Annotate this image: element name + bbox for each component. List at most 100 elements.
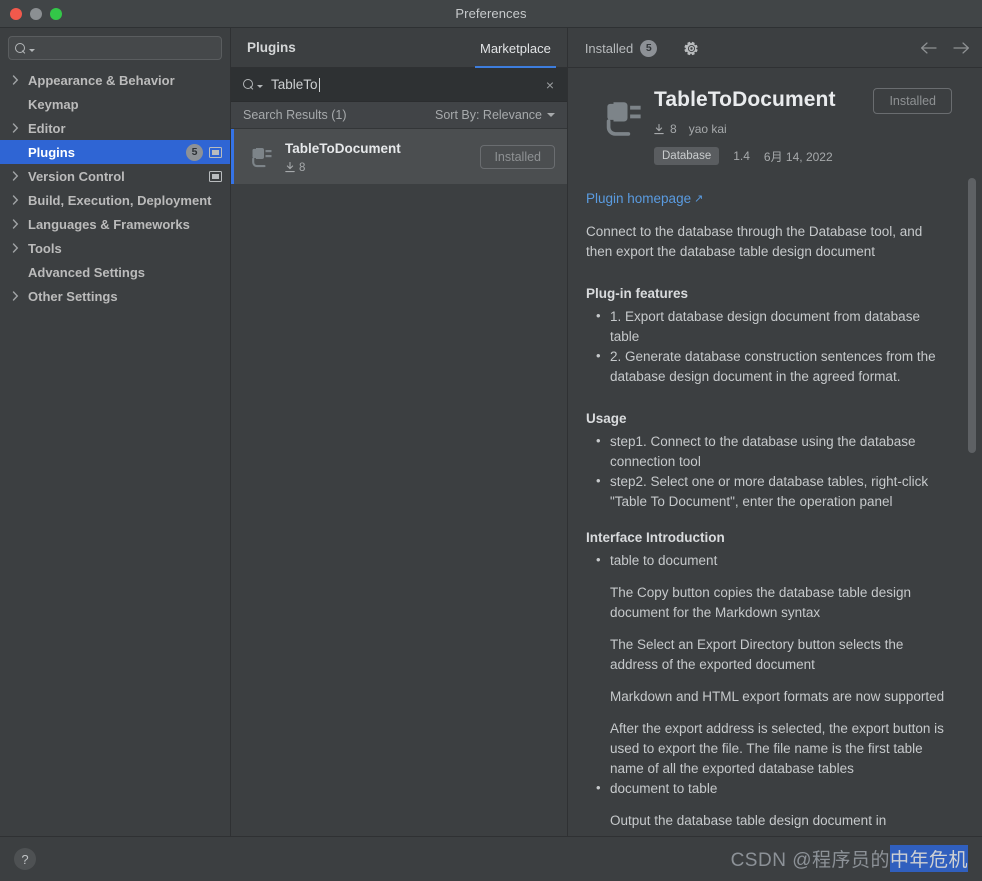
window-title: Preferences	[455, 6, 527, 21]
plugin-installed-button[interactable]: Installed	[480, 144, 555, 169]
list-item[interactable]: TableToDocument 8 Installed	[231, 129, 567, 184]
plugin-homepage-link[interactable]: Plugin homepage ↗	[584, 191, 703, 206]
tab-label: Installed	[584, 40, 634, 56]
sidebar-item-label: Editor	[28, 120, 66, 136]
plugin-category-tag[interactable]: Database	[654, 147, 720, 165]
sidebar-search-input[interactable]	[8, 36, 222, 60]
chevron-right-icon	[12, 195, 24, 205]
selection-indicator	[231, 129, 234, 184]
section-list-features: 1. Export database design document from …	[586, 306, 952, 387]
chevron-down-icon	[547, 113, 555, 117]
sidebar-item-label: Plugins	[28, 144, 75, 160]
detach-window-icon[interactable]	[209, 170, 222, 182]
search-results-count: Search Results (1)	[243, 108, 347, 122]
plugin-detail-scroll[interactable]: TableToDocument Installed 8 yao kai Data…	[568, 68, 982, 836]
sort-by-label: Sort By: Relevance	[435, 108, 542, 122]
plug-icon	[606, 102, 641, 136]
chevron-right-icon	[12, 75, 24, 85]
sidebar-item-build-execution-deployment[interactable]: Build, Execution, Deployment	[0, 188, 230, 212]
download-icon	[654, 123, 664, 134]
list-item-detail: The Select an Export Directory button se…	[610, 637, 904, 672]
sidebar-item-label: Advanced Settings	[28, 264, 146, 280]
list-item-title: document to table	[610, 781, 718, 796]
chevron-right-icon	[12, 219, 24, 229]
sidebar-item-keymap[interactable]: Keymap	[0, 92, 230, 116]
list-item-detail: The Copy button copies the database tabl…	[610, 585, 911, 620]
arrow-right-icon[interactable]	[953, 41, 970, 54]
detail-installed-button[interactable]: Installed	[873, 88, 952, 114]
sidebar-item-label: Build, Execution, Deployment	[28, 192, 212, 208]
help-button[interactable]: ?	[14, 848, 36, 870]
chevron-down-icon	[257, 85, 263, 88]
arrow-left-icon[interactable]	[920, 41, 937, 54]
search-results-bar: Search Results (1) Sort By: Relevance	[231, 102, 567, 129]
search-icon	[243, 79, 254, 90]
plugin-icon-container	[584, 86, 650, 146]
sidebar-item-adornments	[209, 170, 222, 182]
clear-search-icon[interactable]: ×	[543, 76, 557, 94]
tab-label: Marketplace	[480, 40, 551, 56]
list-item-title: table to document	[610, 553, 718, 568]
list-item: step1. Connect to the database using the…	[586, 431, 952, 472]
plugin-release-date: 6月 14, 2022	[763, 149, 833, 164]
detach-window-icon[interactable]	[209, 146, 222, 158]
download-icon	[285, 162, 295, 173]
window-body: Appearance & Behavior Keymap Editor Plug…	[0, 28, 982, 836]
chevron-down-icon	[29, 48, 35, 52]
plugin-detail-header: TableToDocument Installed 8 yao kai Data…	[584, 86, 952, 165]
sidebar-item-list: Appearance & Behavior Keymap Editor Plug…	[0, 66, 230, 308]
plugin-tabs: Marketplace Installed 5	[463, 28, 699, 68]
list-item: step2. Select one or more database table…	[586, 471, 952, 512]
sidebar-item-plugins[interactable]: Plugins 5	[0, 140, 230, 164]
installed-count-badge: 5	[640, 39, 658, 57]
plugin-search-row[interactable]: TableTo ×	[231, 68, 567, 102]
plugin-download-count: 8	[299, 161, 306, 174]
text-caret	[318, 77, 320, 92]
plugin-search-input[interactable]: TableTo	[271, 77, 535, 92]
plugin-intro-text: Connect to the database through the Data…	[586, 224, 923, 259]
sidebar-item-label: Languages & Frameworks	[28, 216, 190, 232]
list-item: 2. Generate database construction senten…	[586, 346, 952, 387]
page-title: TableToDocument	[654, 88, 836, 111]
section-list-usage: step1. Connect to the database using the…	[586, 431, 952, 512]
search-icon	[15, 42, 26, 54]
watermark: CSDN @程序员的 中年危机	[731, 845, 968, 872]
watermark-highlight: 中年危机	[889, 845, 968, 872]
sidebar-item-version-control[interactable]: Version Control	[0, 164, 230, 188]
chevron-right-icon	[12, 123, 24, 133]
sidebar-item-other-settings[interactable]: Other Settings	[0, 284, 230, 308]
plugin-author: yao kai	[688, 122, 727, 136]
list-item-detail: Markdown and HTML export formats are now…	[610, 689, 945, 704]
gear-glyph	[684, 41, 698, 55]
sort-by-dropdown[interactable]: Sort By: Relevance	[435, 108, 555, 122]
sidebar-item-tools[interactable]: Tools	[0, 236, 230, 260]
external-link-icon: ↗	[694, 193, 704, 205]
sidebar-item-advanced-settings[interactable]: Advanced Settings	[0, 260, 230, 284]
section-list-interface: table to document The Copy button copies…	[586, 550, 952, 831]
plugin-downloads: 8	[285, 162, 480, 174]
plugin-description: Connect to the database through the Data…	[584, 222, 952, 831]
tab-marketplace[interactable]: Marketplace	[463, 28, 568, 68]
plugin-homepage-label: Plugin homepage	[586, 191, 692, 206]
vertical-scrollbar[interactable]	[968, 178, 976, 453]
plugin-name: TableToDocument	[285, 140, 401, 156]
sidebar-item-editor[interactable]: Editor	[0, 116, 230, 140]
preferences-window: Preferences Appearance & Behavior Keymap…	[0, 0, 982, 881]
sidebar-item-label: Other Settings	[28, 288, 118, 304]
plugin-header-text: TableToDocument Installed 8 yao kai Data…	[654, 86, 952, 165]
section-heading-usage: Usage	[586, 411, 627, 426]
chevron-right-icon	[12, 291, 24, 301]
sidebar-search-wrapper	[0, 28, 230, 66]
section-heading-interface: Interface Introduction	[586, 530, 725, 545]
plugins-list-panel: Plugins TableTo × Search Results (1) Sor…	[231, 28, 568, 836]
plugin-meta: TableToDocument 8	[285, 140, 480, 174]
gear-icon[interactable]	[684, 41, 699, 56]
list-item-detail: Output the database table design documen…	[610, 813, 887, 828]
title-bar: Preferences	[0, 0, 982, 28]
plugins-update-badge: 5	[186, 143, 203, 161]
list-item: 1. Export database design document from …	[586, 306, 952, 347]
sidebar-item-languages-frameworks[interactable]: Languages & Frameworks	[0, 212, 230, 236]
tab-installed[interactable]: Installed 5	[568, 28, 674, 68]
sidebar-item-appearance-behavior[interactable]: Appearance & Behavior	[0, 68, 230, 92]
settings-sidebar: Appearance & Behavior Keymap Editor Plug…	[0, 28, 231, 836]
